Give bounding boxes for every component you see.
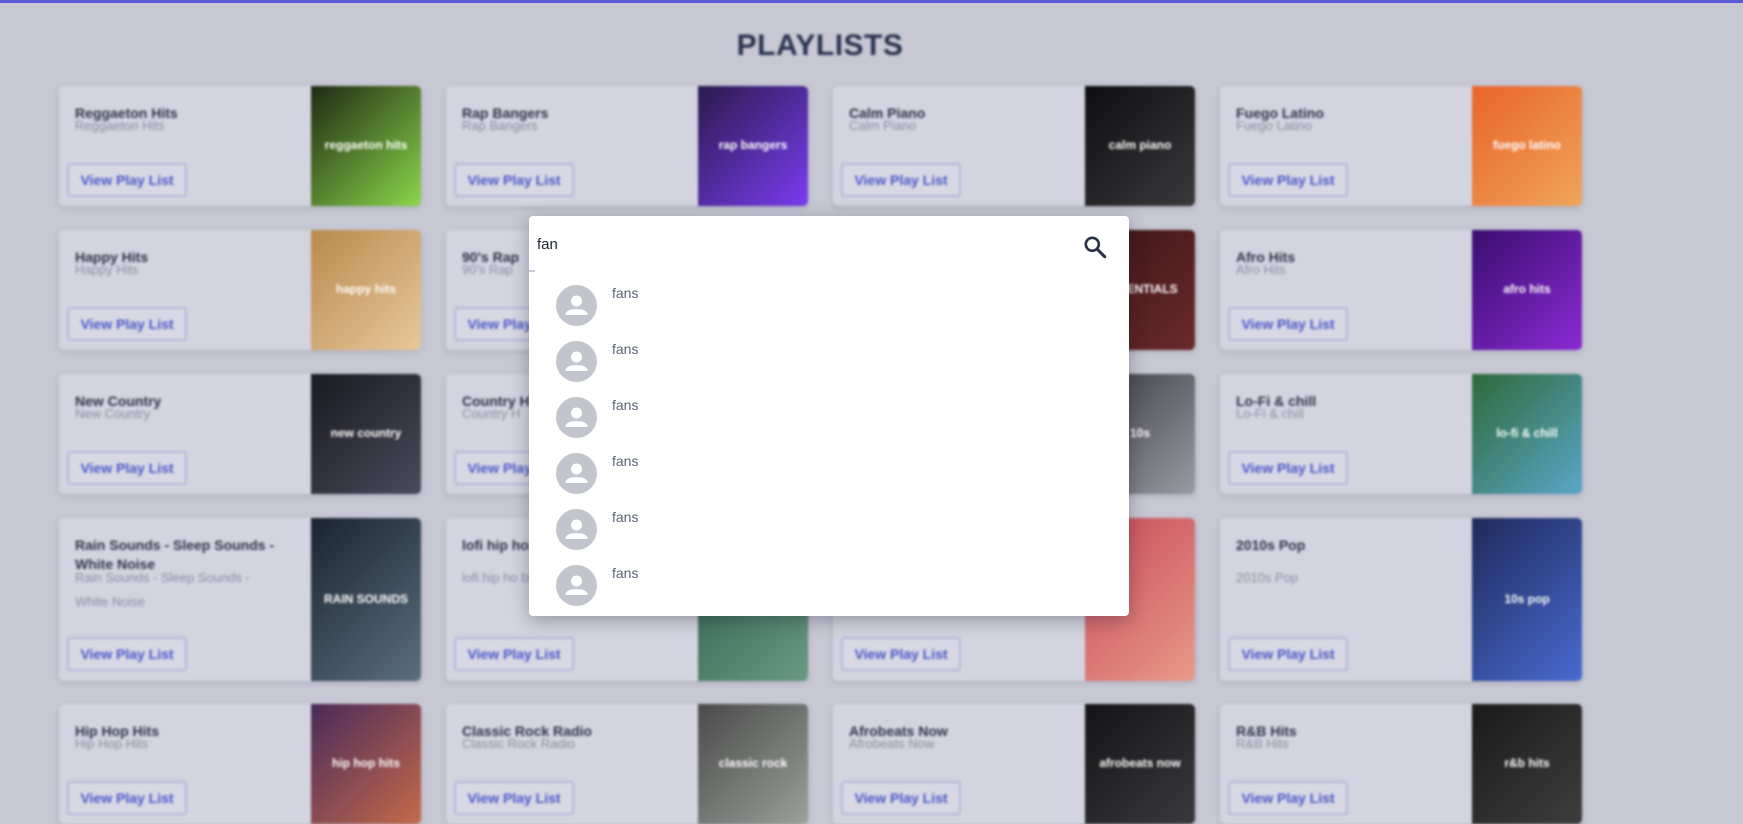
playlist-subtitle: Lo-Fi & chill <box>1236 406 1304 421</box>
person-icon <box>556 453 597 494</box>
view-playlist-button[interactable]: View Play List <box>841 163 961 197</box>
playlist-subtitle: Happy Hits <box>75 262 139 277</box>
view-playlist-button[interactable]: View Play List <box>841 781 961 815</box>
search-result-item[interactable]: fans <box>529 285 1129 341</box>
playlist-card: Afrobeats Now Afrobeats Now View Play List… <box>833 704 1195 824</box>
search-underline <box>529 270 535 272</box>
person-icon <box>556 285 597 326</box>
playlist-card: Rain Sounds - Sleep Sounds - White Noise… <box>59 518 421 681</box>
view-playlist-button[interactable]: View Play List <box>67 307 187 341</box>
playlist-cover-image: new country <box>311 374 421 494</box>
playlist-cover-image: hip hop hits <box>311 704 421 824</box>
view-playlist-button[interactable]: View Play List <box>454 637 574 671</box>
playlist-cover-image: fuego latino <box>1472 86 1582 206</box>
playlist-cover-image: reggaeton hits <box>311 86 421 206</box>
playlist-card: Afro Hits Afro Hits View Play List afro hit… <box>1220 230 1582 350</box>
person-icon <box>556 397 597 438</box>
view-playlist-button[interactable]: View Play List <box>1228 637 1348 671</box>
view-playlist-button[interactable]: View Play List <box>1228 307 1348 341</box>
playlist-subtitle: New Country <box>75 406 151 421</box>
playlist-cover-image: r&b hits <box>1472 704 1582 824</box>
playlist-card: Calm Piano Calm Piano View Play List calm p… <box>833 86 1195 206</box>
playlist-subtitle: 2010s Pop <box>1236 570 1299 585</box>
view-playlist-button[interactable]: View Play List <box>454 781 574 815</box>
playlist-card: New Country New Country View Play List new … <box>59 374 421 494</box>
playlist-cover-image: afro hits <box>1472 230 1582 350</box>
search-result-item[interactable]: fans <box>529 341 1129 397</box>
playlist-subtitle: Fuego Latino <box>1236 118 1312 133</box>
view-playlist-button[interactable]: View Play List <box>454 163 574 197</box>
playlist-card: 2010s Pop 2010s Pop View Play List 10s pop <box>1220 518 1582 681</box>
playlist-subtitle: Calm Piano <box>849 118 917 133</box>
cover-text: reggaeton hits <box>324 138 408 152</box>
cover-text: lo-fi & chill <box>1496 426 1558 440</box>
playlist-subtitle: Reggaeton Hits <box>75 118 165 133</box>
cover-text: afrobeats now <box>1099 756 1181 770</box>
search-result-label: fans <box>612 285 639 301</box>
cover-text: happy hits <box>335 282 396 296</box>
view-playlist-button[interactable]: View Play List <box>1228 451 1348 485</box>
playlist-cover-image: 10s pop <box>1472 518 1582 681</box>
playlist-cover-image: classic rock <box>698 704 808 824</box>
playlist-cover-image: calm piano <box>1085 86 1195 206</box>
search-icon <box>1084 236 1107 259</box>
person-icon <box>556 509 597 550</box>
search-result-label: fans <box>612 509 639 525</box>
page-title: PLAYLISTS <box>736 29 904 62</box>
playlist-subtitle: Afrobeats Now <box>849 736 935 751</box>
search-button[interactable] <box>1082 234 1108 260</box>
playlist-card: Classic Rock Radio Classic Rock Radio View… <box>446 704 808 824</box>
search-input[interactable] <box>529 216 1069 272</box>
search-result-label: fans <box>612 565 639 581</box>
cover-text: r&b hits <box>1504 756 1550 770</box>
view-playlist-button[interactable]: View Play List <box>67 451 187 485</box>
playlist-cover-image: RAIN SOUNDS <box>311 518 421 681</box>
cover-text: calm piano <box>1108 138 1172 152</box>
search-result-item[interactable]: fans <box>529 397 1129 453</box>
playlist-cover-image: afrobeats now <box>1085 704 1195 824</box>
cover-text: hip hop hits <box>332 756 400 770</box>
search-result-item[interactable]: fans <box>529 565 1129 621</box>
cover-text: afro hits <box>1503 282 1551 296</box>
view-playlist-button[interactable]: View Play List <box>67 637 187 671</box>
playlist-card: Rap Bangers Rap Bangers View Play List rap … <box>446 86 808 206</box>
cover-text: classic rock <box>718 756 788 770</box>
search-result-label: fans <box>612 397 639 413</box>
cover-text: 10s pop <box>1504 591 1550 606</box>
view-playlist-button[interactable]: View Play List <box>1228 163 1348 197</box>
cover-text: new country <box>330 426 402 440</box>
cover-text: rap bangers <box>718 138 788 152</box>
person-icon <box>556 341 597 382</box>
playlist-cover-image: lo-fi & chill <box>1472 374 1582 494</box>
cover-text: fuego latino <box>1493 138 1561 152</box>
playlist-subtitle: Afro Hits <box>1236 262 1286 277</box>
playlist-subtitle: Hip Hop Hits <box>75 736 148 751</box>
person-icon <box>556 565 597 606</box>
playlist-cover-image: happy hits <box>311 230 421 350</box>
search-result-label: fans <box>612 453 639 469</box>
playlist-subtitle: R&B Hits <box>1236 736 1289 751</box>
playlist-card: Happy Hits Happy Hits View Play List happy … <box>59 230 421 350</box>
view-playlist-button[interactable]: View Play List <box>67 781 187 815</box>
playlist-card: Hip Hop Hits Hip Hop Hits View Play List hi… <box>59 704 421 824</box>
playlist-subtitle: Classic Rock Radio <box>462 736 575 751</box>
search-result-label: fans <box>612 341 639 357</box>
playlist-name: 2010s Pop <box>1236 537 1306 553</box>
playlist-subtitle: Rap Bangers <box>462 118 538 133</box>
playlist-cover-image: rap bangers <box>698 86 808 206</box>
view-playlist-button[interactable]: View Play List <box>1228 781 1348 815</box>
view-playlist-button[interactable]: View Play List <box>841 637 961 671</box>
playlist-card: Lo-Fi & chill Lo-Fi & chill View Play List… <box>1220 374 1582 494</box>
view-playlist-button[interactable]: View Play List <box>67 163 187 197</box>
playlist-card: Fuego Latino Fuego Latino View Play List fu… <box>1220 86 1582 206</box>
search-dropdown: fans fans fans fans fans fans <box>529 216 1129 616</box>
playlist-subtitle: Rain Sounds - Sleep Sounds - White Noise <box>75 570 250 609</box>
playlist-card: R&B Hits R&B Hits View Play List r&b hits <box>1220 704 1582 824</box>
search-results: fans fans fans fans fans fans <box>529 285 1129 621</box>
playlist-card: Reggaeton Hits Reggaeton Hits View Play Li… <box>59 86 421 206</box>
cover-text: RAIN SOUNDS <box>323 591 408 606</box>
search-result-item[interactable]: fans <box>529 509 1129 565</box>
search-result-item[interactable]: fans <box>529 453 1129 509</box>
